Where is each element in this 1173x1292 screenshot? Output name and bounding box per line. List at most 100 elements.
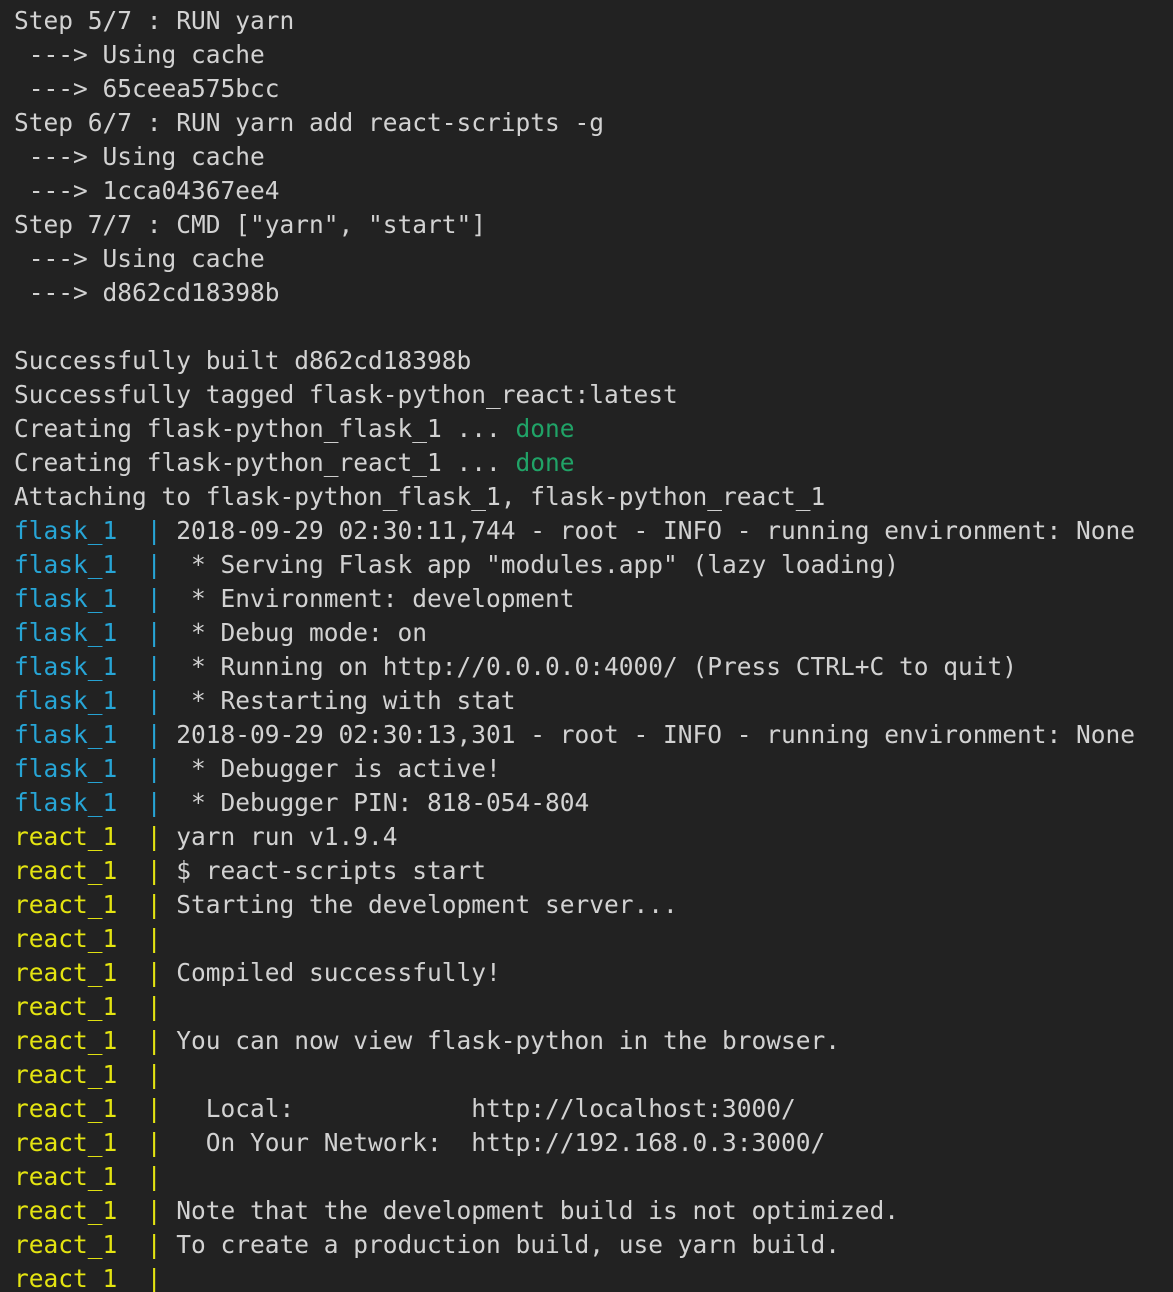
terminal-line-segment: | — [146, 924, 177, 953]
terminal-line-segment: ---> Using cache — [14, 244, 265, 273]
terminal-line: flask_1 | 2018-09-29 02:30:11,744 - root… — [14, 514, 1173, 548]
terminal-line-segment: * Running on http://0.0.0.0:4000/ (Press… — [176, 652, 1018, 681]
terminal-line-segment: * Environment: development — [176, 584, 575, 613]
terminal-line: react_1 | You can now view flask-python … — [14, 1024, 1173, 1058]
terminal-line: Creating flask-python_flask_1 ... done — [14, 412, 1173, 446]
terminal-line-segment: | — [146, 1094, 177, 1123]
terminal-line-segment: flask_1 — [14, 516, 147, 545]
terminal-line-segment: | — [146, 856, 177, 885]
terminal-line-segment: flask_1 — [14, 584, 147, 613]
terminal-line-segment: Compiled successfully! — [176, 958, 501, 987]
terminal-line-segment: | — [146, 1026, 177, 1055]
terminal-line: Successfully built d862cd18398b — [14, 344, 1173, 378]
terminal-line-segment: | — [146, 550, 177, 579]
terminal-line-segment: | — [146, 720, 177, 749]
terminal-line-segment: ---> 65ceea575bcc — [14, 74, 280, 103]
terminal-line-segment: Step 7/7 : CMD ["yarn", "start"] — [14, 210, 487, 239]
terminal-line-segment: You can now view flask-python in the bro… — [176, 1026, 841, 1055]
terminal-line-segment: ---> Using cache — [14, 40, 265, 69]
terminal-line: react_1 | Starting the development serve… — [14, 888, 1173, 922]
terminal-output: Step 5/7 : RUN yarn ---> Using cache ---… — [14, 4, 1173, 1292]
terminal-line-segment: ---> d862cd18398b — [14, 278, 280, 307]
terminal-line: flask_1 | * Debugger is active! — [14, 752, 1173, 786]
terminal-line-segment: Creating flask-python_flask_1 ... — [14, 414, 516, 443]
terminal-line-segment: On Your Network: http://192.168.0.3:3000… — [176, 1128, 826, 1157]
terminal-line-segment: flask_1 — [14, 788, 147, 817]
terminal-line: react_1 | — [14, 990, 1173, 1024]
terminal-line-segment: | — [146, 1060, 177, 1089]
terminal-line: react_1 | — [14, 922, 1173, 956]
terminal-line: react_1 | To create a production build, … — [14, 1228, 1173, 1262]
terminal-line-segment: * Debug mode: on — [176, 618, 428, 647]
terminal-line-segment: * Debugger PIN: 818-054-804 — [176, 788, 590, 817]
terminal-line-segment: Step 5/7 : RUN yarn — [14, 6, 295, 35]
terminal-line-segment: Local: http://localhost:3000/ — [176, 1094, 796, 1123]
terminal-line-segment: | — [146, 958, 177, 987]
terminal-line: Step 5/7 : RUN yarn — [14, 4, 1173, 38]
terminal-line: Successfully tagged flask-python_react:l… — [14, 378, 1173, 412]
terminal-line-segment: | — [146, 584, 177, 613]
terminal-line: Step 7/7 : CMD ["yarn", "start"] — [14, 208, 1173, 242]
terminal-line-segment: react_1 — [14, 1264, 147, 1292]
terminal-line-segment: ---> 1cca04367ee4 — [14, 176, 280, 205]
terminal-line: flask_1 | * Running on http://0.0.0.0:40… — [14, 650, 1173, 684]
terminal-line-segment: | — [146, 686, 177, 715]
terminal-line-segment: react_1 — [14, 890, 147, 919]
terminal-line: ---> d862cd18398b — [14, 276, 1173, 310]
terminal-line-segment: react_1 — [14, 822, 147, 851]
terminal-line-segment: flask_1 — [14, 550, 147, 579]
terminal-line-segment: flask_1 — [14, 618, 147, 647]
terminal-line: flask_1 | * Debugger PIN: 818-054-804 — [14, 786, 1173, 820]
terminal-line-segment: | — [146, 652, 177, 681]
terminal-line-segment: | — [146, 1196, 177, 1225]
terminal-line-segment: react_1 — [14, 1060, 147, 1089]
terminal-line-segment: | — [146, 788, 177, 817]
terminal-line-segment: done — [515, 448, 575, 477]
terminal-line-segment: | — [146, 618, 177, 647]
terminal-line: react_1 | — [14, 1262, 1173, 1292]
terminal-line-segment: | — [146, 1230, 177, 1259]
terminal-line-segment: ---> Using cache — [14, 142, 265, 171]
terminal-line-segment: * Debugger is active! — [176, 754, 501, 783]
terminal-line-segment: | — [146, 1162, 177, 1191]
terminal-line: ---> Using cache — [14, 140, 1173, 174]
terminal-line: ---> Using cache — [14, 38, 1173, 72]
terminal-line: flask_1 | * Environment: development — [14, 582, 1173, 616]
terminal-line-segment: done — [515, 414, 575, 443]
terminal-line-segment: flask_1 — [14, 720, 147, 749]
terminal-line-segment: 2018-09-29 02:30:11,744 - root - INFO - … — [176, 516, 1136, 545]
terminal-line-segment: Creating flask-python_react_1 ... — [14, 448, 516, 477]
terminal-line: react_1 | yarn run v1.9.4 — [14, 820, 1173, 854]
terminal-line: react_1 | $ react-scripts start — [14, 854, 1173, 888]
terminal-line-segment: To create a production build, use yarn b… — [176, 1230, 841, 1259]
terminal-line-segment: react_1 — [14, 1230, 147, 1259]
terminal-line: Step 6/7 : RUN yarn add react-scripts -g — [14, 106, 1173, 140]
terminal-line-segment: Successfully built d862cd18398b — [14, 346, 472, 375]
terminal-line: flask_1 | * Debug mode: on — [14, 616, 1173, 650]
terminal-line-segment: react_1 — [14, 1196, 147, 1225]
terminal-line-segment: react_1 — [14, 1094, 147, 1123]
terminal-line-segment: react_1 — [14, 992, 147, 1021]
terminal-line: ---> 65ceea575bcc — [14, 72, 1173, 106]
terminal-line-segment: 2018-09-29 02:30:13,301 - root - INFO - … — [176, 720, 1136, 749]
terminal-line: flask_1 | * Restarting with stat — [14, 684, 1173, 718]
terminal-line-segment: Attaching to flask-python_flask_1, flask… — [14, 482, 826, 511]
terminal-line-segment: | — [146, 992, 177, 1021]
terminal-line-segment: | — [146, 890, 177, 919]
terminal-line-segment: flask_1 — [14, 652, 147, 681]
terminal-line-segment: * Serving Flask app "modules.app" (lazy … — [176, 550, 900, 579]
terminal-line: react_1 | Compiled successfully! — [14, 956, 1173, 990]
terminal-line-segment: | — [146, 1128, 177, 1157]
terminal-line: ---> 1cca04367ee4 — [14, 174, 1173, 208]
terminal-line-segment: react_1 — [14, 1162, 147, 1191]
terminal-line-segment: * Restarting with stat — [176, 686, 516, 715]
terminal-line-segment: | — [146, 754, 177, 783]
terminal-line: react_1 | Note that the development buil… — [14, 1194, 1173, 1228]
terminal-line-segment: Successfully tagged flask-python_react:l… — [14, 380, 678, 409]
terminal-line-segment: $ react-scripts start — [176, 856, 487, 885]
terminal-line: react_1 | — [14, 1058, 1173, 1092]
terminal-line: Attaching to flask-python_flask_1, flask… — [14, 480, 1173, 514]
terminal-window[interactable]: Step 5/7 : RUN yarn ---> Using cache ---… — [0, 0, 1173, 1292]
terminal-line-segment: react_1 — [14, 856, 147, 885]
